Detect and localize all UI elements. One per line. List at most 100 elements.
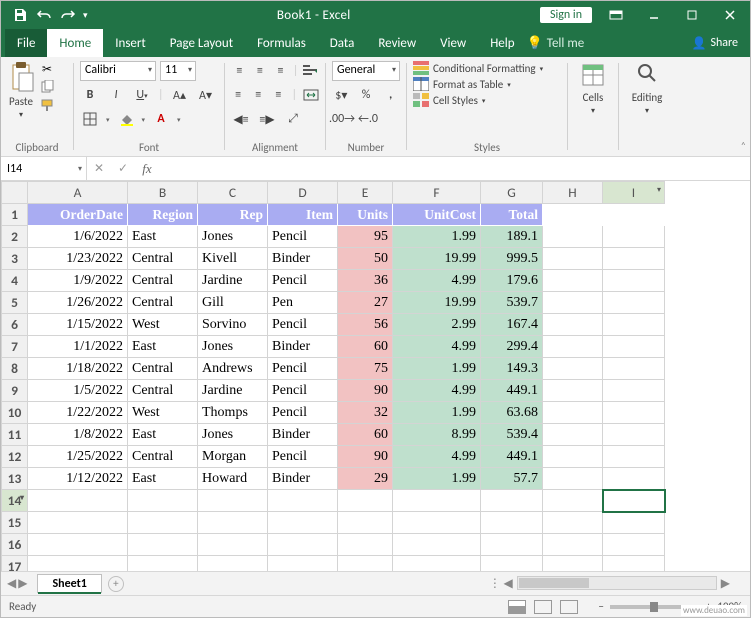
- cell-A14[interactable]: [28, 490, 128, 512]
- row-header-14[interactable]: 14: [2, 490, 28, 512]
- col-header-H[interactable]: H: [543, 182, 603, 204]
- decrease-font-icon[interactable]: A▾: [196, 85, 216, 105]
- row-header-17[interactable]: 17: [2, 556, 28, 572]
- cell-D8[interactable]: Pencil: [268, 358, 338, 380]
- cell-A8[interactable]: 1/18/2022: [28, 358, 128, 380]
- fill-color-icon[interactable]: [116, 109, 136, 129]
- cell-G3[interactable]: 999.5: [481, 248, 543, 270]
- align-top-icon[interactable]: ≡: [231, 61, 248, 81]
- align-right-icon[interactable]: ≡: [271, 85, 285, 105]
- cell-D13[interactable]: Binder: [268, 468, 338, 490]
- format-as-table-button[interactable]: Format as Table▾: [413, 77, 561, 91]
- cell-G14[interactable]: [481, 490, 543, 512]
- col-header-G[interactable]: G: [481, 182, 543, 204]
- cell-F6[interactable]: 2.99: [393, 314, 481, 336]
- cell-I16[interactable]: [603, 534, 665, 556]
- cell-G8[interactable]: 149.3: [481, 358, 543, 380]
- cell-D10[interactable]: Pencil: [268, 402, 338, 424]
- cell-H10[interactable]: [543, 402, 603, 424]
- cell-F12[interactable]: 4.99: [393, 446, 481, 468]
- normal-view-icon[interactable]: [508, 600, 526, 614]
- cell-H1[interactable]: [543, 204, 603, 226]
- row-header-9[interactable]: 9: [2, 380, 28, 402]
- redo-icon[interactable]: [59, 6, 77, 24]
- cell-F15[interactable]: [393, 512, 481, 534]
- cell-A13[interactable]: 1/12/2022: [28, 468, 128, 490]
- cell-I10[interactable]: [603, 402, 665, 424]
- cell-E17[interactable]: [338, 556, 393, 572]
- cell-D2[interactable]: Pencil: [268, 226, 338, 248]
- font-name-select[interactable]: Calibri: [80, 61, 156, 81]
- cell-G6[interactable]: 167.4: [481, 314, 543, 336]
- cell-E2[interactable]: 95: [338, 226, 393, 248]
- cell-B17[interactable]: [128, 556, 198, 572]
- col-header-E[interactable]: E: [338, 182, 393, 204]
- cell-F5[interactable]: 19.99: [393, 292, 481, 314]
- col-header-D[interactable]: D: [268, 182, 338, 204]
- undo-icon[interactable]: [35, 6, 53, 24]
- cell-G13[interactable]: 57.7: [481, 468, 543, 490]
- cell-E11[interactable]: 60: [338, 424, 393, 446]
- cell-B8[interactable]: Central: [128, 358, 198, 380]
- cell-C16[interactable]: [198, 534, 268, 556]
- cell-I15[interactable]: [603, 512, 665, 534]
- cell-B14[interactable]: [128, 490, 198, 512]
- cell-F11[interactable]: 8.99: [393, 424, 481, 446]
- row-header-13[interactable]: 13: [2, 468, 28, 490]
- comma-icon[interactable]: ,: [381, 85, 400, 105]
- decrease-decimal-icon[interactable]: ←.0: [358, 109, 378, 129]
- cell-D6[interactable]: Pencil: [268, 314, 338, 336]
- zoom-out-icon[interactable]: −: [598, 600, 603, 613]
- cell-E15[interactable]: [338, 512, 393, 534]
- conditional-formatting-button[interactable]: Conditional Formatting▾: [413, 61, 561, 75]
- cell-H2[interactable]: [543, 226, 603, 248]
- cell-H14[interactable]: [543, 490, 603, 512]
- cell-A7[interactable]: 1/1/2022: [28, 336, 128, 358]
- align-middle-icon[interactable]: ≡: [252, 61, 269, 81]
- cell-I5[interactable]: [603, 292, 665, 314]
- cell-I12[interactable]: [603, 446, 665, 468]
- cell-H3[interactable]: [543, 248, 603, 270]
- row-header-3[interactable]: 3: [2, 248, 28, 270]
- row-header-15[interactable]: 15: [2, 512, 28, 534]
- sheet-nav-prev-icon[interactable]: ◀: [7, 576, 16, 591]
- name-box[interactable]: I14: [1, 157, 87, 180]
- header-cell-D[interactable]: Item: [268, 204, 338, 226]
- cell-H17[interactable]: [543, 556, 603, 572]
- horizontal-scrollbar[interactable]: ⋮ ◀ ▶: [124, 576, 750, 591]
- cell-I7[interactable]: [603, 336, 665, 358]
- col-header-F[interactable]: F: [393, 182, 481, 204]
- cell-C15[interactable]: [198, 512, 268, 534]
- tab-view[interactable]: View: [428, 29, 478, 57]
- cell-B4[interactable]: Central: [128, 270, 198, 292]
- cell-D15[interactable]: [268, 512, 338, 534]
- cell-D16[interactable]: [268, 534, 338, 556]
- increase-font-icon[interactable]: A▴: [170, 85, 190, 105]
- sheet-tab[interactable]: Sheet1: [37, 574, 101, 593]
- cell-H9[interactable]: [543, 380, 603, 402]
- cell-H11[interactable]: [543, 424, 603, 446]
- cell-I14[interactable]: [603, 490, 665, 512]
- cell-H7[interactable]: [543, 336, 603, 358]
- increase-decimal-icon[interactable]: .00→: [332, 109, 352, 129]
- cell-F10[interactable]: 1.99: [393, 402, 481, 424]
- cell-F9[interactable]: 4.99: [393, 380, 481, 402]
- cell-B16[interactable]: [128, 534, 198, 556]
- cell-E13[interactable]: 29: [338, 468, 393, 490]
- editing-button[interactable]: Editing ▾: [625, 61, 669, 116]
- orientation-icon[interactable]: ⤢: [283, 109, 303, 129]
- align-center-icon[interactable]: ≡: [251, 85, 265, 105]
- cell-A10[interactable]: 1/22/2022: [28, 402, 128, 424]
- cancel-formula-icon[interactable]: ✕: [87, 161, 111, 176]
- cell-H15[interactable]: [543, 512, 603, 534]
- header-cell-C[interactable]: Rep: [198, 204, 268, 226]
- col-header-I[interactable]: I: [603, 182, 665, 204]
- cell-styles-button[interactable]: Cell Styles▾: [413, 93, 561, 107]
- cell-H4[interactable]: [543, 270, 603, 292]
- cell-G9[interactable]: 449.1: [481, 380, 543, 402]
- cell-G16[interactable]: [481, 534, 543, 556]
- cell-E14[interactable]: [338, 490, 393, 512]
- cell-E9[interactable]: 90: [338, 380, 393, 402]
- cell-A16[interactable]: [28, 534, 128, 556]
- cell-D4[interactable]: Pencil: [268, 270, 338, 292]
